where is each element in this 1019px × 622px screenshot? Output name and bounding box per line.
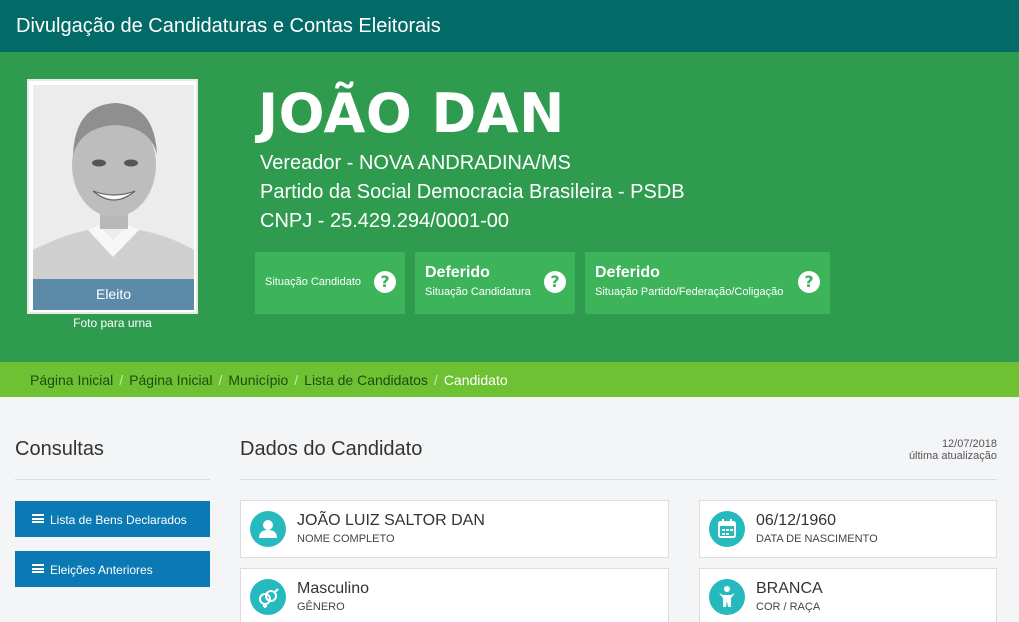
help-icon[interactable]: ? [798,271,820,293]
race-value: BRANCA [756,580,823,597]
race-card: BRANCA COR / RAÇA [699,568,997,622]
status-candidate-label: Situação Candidato [265,276,362,288]
previous-elections-button[interactable]: Eleições Anteriores [15,551,210,587]
sidebar-divider [15,479,210,480]
breadcrumb-current: Candidato [443,372,508,388]
status-party-box: Deferido Situação Partido/Federação/Coli… [585,252,830,314]
gender-icon [250,579,286,615]
help-icon[interactable]: ? [544,271,566,293]
race-label: COR / RAÇA [756,601,821,613]
elected-badge: Eleito [33,279,194,310]
last-updated-label: última atualização [908,450,997,462]
status-candidacy-value: Deferido [425,264,490,281]
calendar-icon [709,511,745,547]
breadcrumb: Página Inicial / Página Inicial / Município /… [0,362,1019,397]
candidate-photo-frame: Eleito [27,79,198,314]
breadcrumb-separator: / [294,372,299,388]
status-candidacy-box: Deferido Situação Candidatura ? [415,252,575,314]
section-title: Dados do Candidato [240,438,423,460]
gender-value: Masculino [297,580,370,597]
full-name-value: JOÃO LUIZ SALTOR DAN [297,512,485,529]
top-header-bar: Divulgação de Candidaturas e Contas Elei… [0,0,1019,52]
last-updated-date: 12/07/2018 [941,438,997,450]
breadcrumb-link-home-2[interactable]: Página Inicial [129,372,212,388]
candidate-office: Vereador - NOVA ANDRADINA/MS [260,152,571,174]
full-name-card: JOÃO LUIZ SALTOR DAN NOME COMPLETO [240,500,669,558]
breadcrumb-separator: / [119,372,124,388]
breadcrumb-link-candidate-list[interactable]: Lista de Candidatos [304,372,428,388]
section-divider [240,479,997,480]
gender-card: Masculino GÊNERO [240,568,669,622]
candidate-hero: Eleito Foto para urna JOÃO DAN Vereador … [0,52,1019,362]
breadcrumb-link-home[interactable]: Página Inicial [30,372,113,388]
photo-caption: Foto para urna [73,316,152,330]
sidebar-title: Consultas [15,438,104,460]
birth-date-card: 06/12/1960 DATA DE NASCIMENTO [699,500,997,558]
status-candidacy-label: Situação Candidatura [425,286,531,298]
person-icon [709,579,745,615]
breadcrumb-trail: Página Inicial / Página Inicial / Município /… [30,372,508,388]
breadcrumb-separator: / [433,372,438,388]
breadcrumb-link-municipality[interactable]: Município [228,372,288,388]
candidate-cnpj: CNPJ - 25.429.294/0001-00 [260,210,510,232]
full-name-label: NOME COMPLETO [297,533,395,545]
last-updated: 12/07/2018 última atualização [909,438,997,462]
gender-label: GÊNERO [297,601,345,613]
status-party-value: Deferido [595,264,660,281]
list-icon [32,514,44,523]
user-icon [250,511,286,547]
help-icon[interactable]: ? [374,271,396,293]
previous-elections-button-label: Eleições Anteriores [50,563,153,577]
status-candidate-box: Situação Candidato ? [255,252,405,314]
app-title[interactable]: Divulgação de Candidaturas e Contas Elei… [16,15,441,38]
assets-list-button-label: Lista de Bens Declarados [50,513,187,527]
status-party-label: Situação Partido/Federação/Coligação [595,286,784,298]
candidate-photo [33,85,194,282]
candidate-name: JOÃO DAN [258,82,565,145]
candidate-party: Partido da Social Democracia Brasileira … [260,181,685,203]
birth-date-label: DATA DE NASCIMENTO [756,533,878,545]
assets-list-button[interactable]: Lista de Bens Declarados [15,501,210,537]
breadcrumb-separator: / [218,372,223,388]
list-icon [32,564,44,573]
birth-date-value: 06/12/1960 [756,512,837,529]
